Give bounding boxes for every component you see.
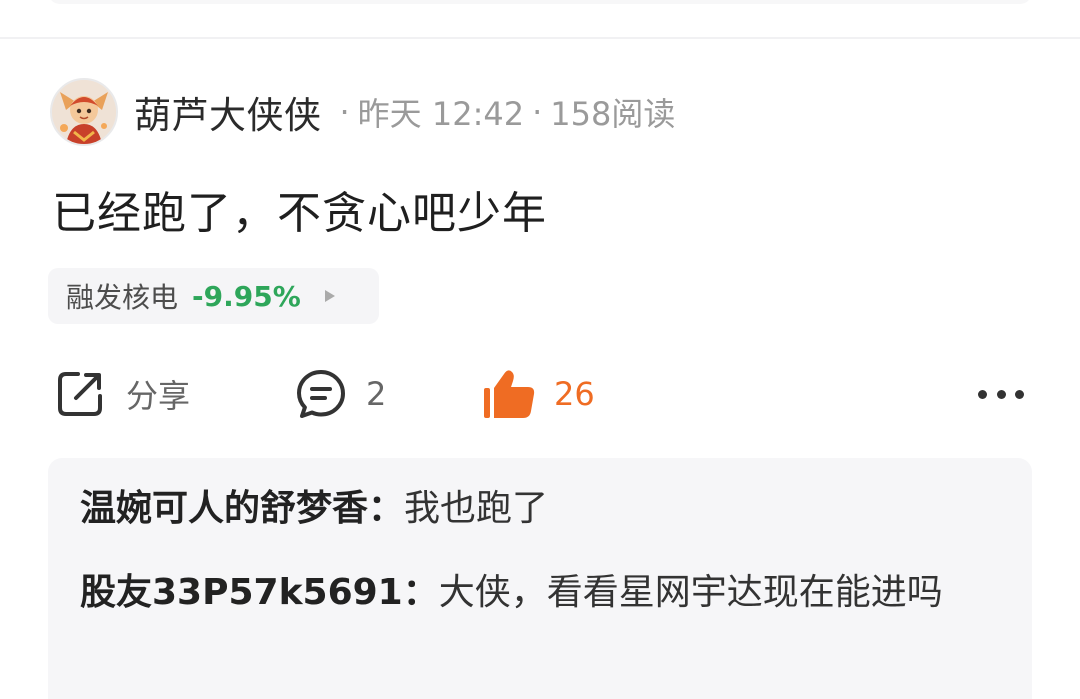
more-dot-icon bbox=[996, 389, 1006, 399]
share-label: 分享 bbox=[126, 377, 191, 415]
stock-change: -9.95% bbox=[192, 279, 301, 313]
post-time: 昨天 12:42 bbox=[357, 95, 525, 133]
previous-card bbox=[48, 0, 1032, 4]
share-button[interactable]: 分享 bbox=[54, 363, 190, 425]
page: 葫芦大侠侠 · 昨天 12:42 · 158阅读 已经跑了，不贪心吧少年 融发核… bbox=[0, 0, 1080, 699]
post-content[interactable]: 已经跑了，不贪心吧少年 bbox=[52, 177, 547, 241]
more-dot-icon bbox=[1015, 389, 1024, 399]
stock-tag[interactable]: 融发核电 -9.95% bbox=[48, 268, 379, 324]
author-name[interactable]: 葫芦大侠侠 bbox=[134, 85, 322, 139]
more-dot-icon bbox=[978, 389, 987, 399]
meta-separator: · bbox=[339, 93, 350, 131]
action-bar: 分享 2 26 bbox=[0, 363, 1080, 425]
comment-text: 大侠，看看星网宇达现在能进吗 bbox=[438, 572, 943, 613]
author-row: 葫芦大侠侠 · 昨天 12:42 · 158阅读 bbox=[50, 77, 675, 147]
thumbs-up-icon bbox=[484, 370, 535, 418]
play-arrow-icon bbox=[324, 290, 335, 302]
post-card: 葫芦大侠侠 · 昨天 12:42 · 158阅读 已经跑了，不贪心吧少年 融发核… bbox=[0, 39, 1080, 699]
comment-count: 2 bbox=[366, 375, 387, 413]
comment-author[interactable]: 股友33P57k5691： bbox=[80, 572, 439, 613]
like-button[interactable]: 26 bbox=[480, 363, 595, 425]
share-icon bbox=[58, 372, 102, 416]
like-count: 26 bbox=[554, 375, 595, 413]
comment-icon bbox=[297, 370, 345, 418]
avatar-image bbox=[52, 80, 116, 144]
stock-name: 融发核电 bbox=[66, 281, 179, 314]
comments-preview[interactable]: 温婉可人的舒梦香：我也跑了 股友33P57k5691：大侠，看看星网宇达现在能进… bbox=[48, 458, 1032, 699]
read-count: 158阅读 bbox=[550, 95, 676, 133]
comment-text: 我也跑了 bbox=[404, 488, 549, 529]
comment-item[interactable]: 股友33P57k5691：大侠，看看星网宇达现在能进吗 bbox=[80, 565, 1000, 621]
comment-button[interactable]: 2 bbox=[294, 363, 1080, 425]
post-meta: · 昨天 12:42 · 158阅读 bbox=[332, 89, 676, 135]
comment-item[interactable]: 温婉可人的舒梦香：我也跑了 bbox=[80, 481, 1000, 537]
meta-separator: · bbox=[532, 93, 543, 131]
more-options-button[interactable] bbox=[978, 377, 1024, 411]
comment-author[interactable]: 温婉可人的舒梦香： bbox=[80, 488, 404, 529]
avatar[interactable] bbox=[50, 78, 118, 146]
